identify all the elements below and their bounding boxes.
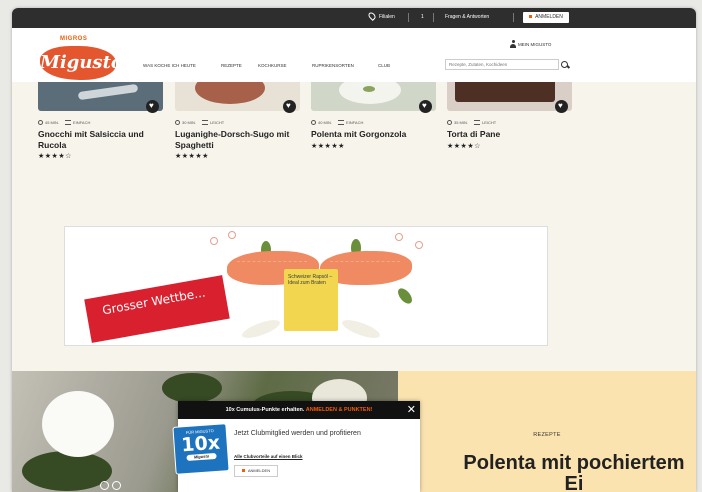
popup-header-text: 10x Cumulus-Punkte erhalten. [225,407,305,413]
clock-icon [175,120,180,126]
search-input[interactable] [445,59,559,70]
divider [513,13,514,22]
popup-header-cta[interactable]: ANMELDEN & PUNKTEN! [306,407,373,413]
popup-login-button[interactable]: ANMELDEN [234,465,278,477]
poached-egg [42,391,114,457]
search-icon[interactable] [559,59,571,70]
cumulus-card-image: FÜR MIGUSTO 10x Migusto [172,423,230,475]
greens [162,373,222,403]
card-big-text: 10x [180,431,221,457]
hero-title[interactable]: Polenta mit pochiertem Ei [454,453,694,492]
hero-label: REZEPTE [533,432,561,438]
recipe-time: 45 MIN. [45,120,60,125]
decor-circle [395,233,403,241]
decor-circle [210,237,218,245]
popup-header: 10x Cumulus-Punkte erhalten. ANMELDEN & … [178,401,420,419]
rating-stars: ★★★★☆ [447,143,481,150]
nav-item-recipes[interactable]: REZEPTE [221,63,242,68]
hero-panel: REZEPTE Polenta mit pochiertem Ei [398,371,696,492]
club-benefits-link[interactable]: Alle Clubvorteile auf einen Blick [234,454,303,459]
club-popup: 10x Cumulus-Punkte erhalten. ANMELDEN & … [172,401,420,492]
carousel-dot[interactable] [112,481,121,490]
location-pin-icon [367,11,377,21]
clock-icon [38,120,43,126]
site-header: MIGROS Migusto WAS KOCHE ICH HEUTE REZEP… [12,28,696,82]
login-dot-icon [529,15,533,19]
clock-icon [311,120,316,126]
recipe-time: 30 MIN. [182,120,197,125]
level-icon [65,120,72,126]
recipe-image[interactable] [38,82,163,111]
recipe-meta: 45 MIN. EINFACH [38,120,91,126]
nav-item-sorts[interactable]: RUPRIKENSORTEN [312,63,354,68]
heart-icon[interactable] [283,100,296,113]
recipe-level: LEICHT [482,120,497,125]
level-icon [474,120,481,126]
recipe-image[interactable] [175,82,300,111]
recipe-level: LEICHT [210,120,225,125]
rating-stars: ★★★★☆ [38,153,72,160]
login-button[interactable]: ANMELDEN [523,12,569,23]
top-bar: Filialen 1 Fragen & Antworten ANMELDEN [12,8,696,28]
divider [433,13,434,22]
level-icon [338,120,345,126]
greens [22,451,112,491]
contest-ribbon[interactable]: Grosser Wettbe... [84,275,230,343]
clock-icon [447,120,452,126]
migusto-logo[interactable]: Migusto [40,46,123,80]
recipe-title[interactable]: Polenta mit Gorgonzola [311,129,429,140]
recipe-level: EINFACH [346,120,364,125]
recipe-level: EINFACH [73,120,91,125]
person-icon [510,40,516,48]
carousel-dot[interactable] [100,481,109,490]
cart-count[interactable]: 1 [421,14,424,20]
rating-stars: ★★★★★ [175,153,209,160]
account-label: MEIN MIGUSTO [518,42,552,47]
account-link[interactable]: MEIN MIGUSTO [510,40,552,48]
popup-body: Jetzt Clubmitglied werden und profitiere… [234,430,361,437]
nav-item-club[interactable]: CLUB [378,63,390,68]
recipe-meta: 40 MIN. EINFACH [311,120,364,126]
recipe-image[interactable] [447,82,572,111]
help-link[interactable]: Fragen & Antworten [445,14,489,20]
level-icon [202,120,209,126]
herb-sprig [395,285,415,307]
migros-brand: MIGROS [60,36,88,42]
recipe-time: 35 MIN. [454,120,469,125]
rating-stars: ★★★★★ [311,143,345,150]
rapeseed-oil-package: Schweizer Rapsöl – Ideal zum Braten [284,269,338,331]
recipe-time: 40 MIN. [318,120,333,125]
leek [240,316,282,342]
divider [408,13,409,22]
leek [340,316,382,342]
heart-icon[interactable] [146,100,159,113]
login-label: ANMELDEN [535,14,563,20]
popup-login-label: ANMELDEN [247,468,271,473]
recipe-title[interactable]: Gnocchi mit Salsiccia und Rucola [38,129,156,151]
heart-icon[interactable] [555,100,568,113]
carousel-dots[interactable] [100,477,124,492]
recipe-meta: 35 MIN. LEICHT [447,120,497,126]
advertisement-banner[interactable]: Schweizer Rapsöl – Ideal zum Braten Gros… [64,226,548,346]
decor-circle [228,231,236,239]
recipe-title[interactable]: Luganighe-Dorsch-Sugo mit Spaghetti [175,129,293,151]
recipe-title[interactable]: Torta di Pane [447,129,565,140]
recipe-image[interactable] [311,82,436,111]
browser-page: Filialen 1 Fragen & Antworten ANMELDEN M… [12,8,696,492]
nav-item-today[interactable]: WAS KOCHE ICH HEUTE [143,63,196,68]
login-dot-icon [241,469,245,473]
heart-icon[interactable] [419,100,432,113]
nav-item-courses[interactable]: KOCHKURSE [258,63,287,68]
decor-circle [415,241,423,249]
recipe-meta: 30 MIN. LEICHT [175,120,225,126]
close-icon[interactable]: ✕ [407,404,416,416]
stores-link[interactable]: Filialen [379,14,395,20]
